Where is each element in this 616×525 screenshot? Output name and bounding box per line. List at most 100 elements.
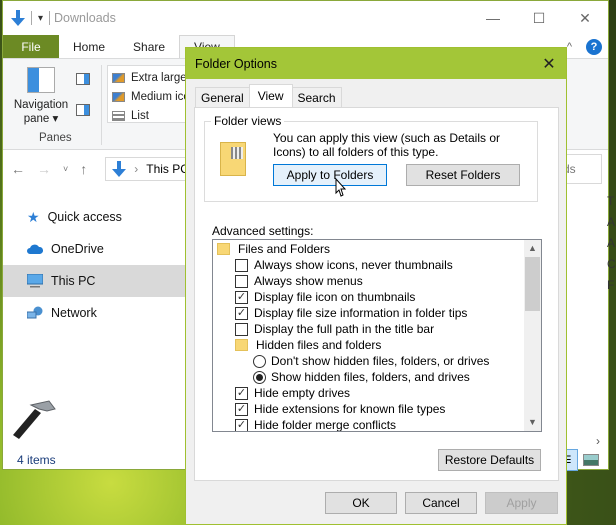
up-icon[interactable]: ↑ xyxy=(80,161,87,177)
setting-label: Don't show hidden files, folders, or dri… xyxy=(271,354,490,368)
ok-button[interactable]: OK xyxy=(325,492,397,514)
dialog-close-button[interactable]: ✕ xyxy=(532,54,566,74)
navigation-pane-button[interactable]: Navigation pane ▾ xyxy=(11,67,71,125)
title-bar: ▾ Downloads — ☐ ✕ xyxy=(3,1,608,35)
checkbox[interactable] xyxy=(235,258,248,272)
tab-view-active[interactable]: View xyxy=(248,84,293,107)
advanced-settings-scrollbar[interactable]: ▲ ▼ xyxy=(524,240,541,431)
checkbox[interactable]: ✓ xyxy=(235,306,248,320)
breadcrumb-this-pc[interactable]: This PC xyxy=(146,162,189,176)
tab-share[interactable]: Share xyxy=(119,35,179,58)
folder-icon xyxy=(235,339,248,351)
horizontal-scroll-right-icon[interactable]: › xyxy=(596,434,600,448)
scroll-up-icon[interactable]: ▲ xyxy=(524,240,541,257)
setting-checkbox-item[interactable]: ✓ Hide folder merge conflicts xyxy=(213,417,541,432)
nav-item-network[interactable]: Network xyxy=(3,297,185,329)
setting-label: Display the full path in the title bar xyxy=(254,322,435,336)
settings-group: Files and Folders xyxy=(213,241,541,257)
quick-access-toolbar-dropdown[interactable]: ▾ xyxy=(38,13,43,24)
folder-options-dialog: Folder Options ✕ General View Search Fol… xyxy=(185,47,567,525)
dialog-tabs: General View Search xyxy=(195,84,342,107)
setting-label: Hidden files and folders xyxy=(256,338,382,352)
scroll-thumb[interactable] xyxy=(525,257,540,311)
mouse-cursor-icon xyxy=(335,178,346,197)
star-icon: ★ xyxy=(27,208,40,225)
network-icon xyxy=(27,306,43,319)
list-icon xyxy=(112,110,125,121)
navigation-pane: ★ Quick access OneDrive This PC Network xyxy=(3,201,185,329)
tab-file[interactable]: File xyxy=(3,35,59,58)
advanced-settings-label: Advanced settings: xyxy=(212,224,314,238)
restore-defaults-button[interactable]: Restore Defaults xyxy=(438,449,541,471)
recent-locations-icon[interactable]: ˅ xyxy=(63,164,68,174)
back-icon[interactable]: ← xyxy=(11,161,25,177)
setting-checkbox-item[interactable]: ✓ Display file icon on thumbnails xyxy=(213,289,541,305)
advanced-settings-tree[interactable]: Files and Folders Always show icons, neve… xyxy=(212,239,542,432)
setting-radio-item[interactable]: Don't show hidden files, folders, or dri… xyxy=(213,353,541,369)
tab-home[interactable]: Home xyxy=(59,35,119,58)
setting-label: Display file size information in folder … xyxy=(254,306,468,320)
checkbox[interactable]: ✓ xyxy=(235,418,248,431)
navigation-pane-label: Navigation pane ▾ xyxy=(13,99,69,125)
setting-label: Hide empty drives xyxy=(254,386,351,400)
tab-search[interactable]: Search xyxy=(291,87,342,107)
setting-label: Hide extensions for known file types xyxy=(254,402,446,416)
large-icons-view-button[interactable] xyxy=(580,449,602,471)
preview-pane-button[interactable] xyxy=(76,73,90,85)
breadcrumb-separator: › xyxy=(134,162,139,176)
ribbon-collapse-icon[interactable]: ^ xyxy=(567,41,572,53)
checkbox[interactable]: ✓ xyxy=(235,290,248,304)
view-tab-panel: Folder views You can apply this view (su… xyxy=(194,107,559,481)
folder-icon xyxy=(217,243,230,255)
setting-label: Hide folder merge conflicts xyxy=(254,418,397,432)
minimize-button[interactable]: — xyxy=(470,1,516,35)
setting-label: Always show icons, never thumbnails xyxy=(254,258,453,272)
checkbox[interactable]: ✓ xyxy=(235,386,248,400)
radio-button[interactable] xyxy=(253,354,266,368)
setting-label: Display file icon on thumbnails xyxy=(254,290,416,304)
hammer-watermark-icon xyxy=(13,400,56,439)
panes-group-label: Panes xyxy=(39,132,72,144)
dialog-title-bar: Folder Options ✕ xyxy=(186,48,566,79)
nav-item-quick-access[interactable]: ★ Quick access xyxy=(3,201,185,233)
setting-label: Show hidden files, folders, and drives xyxy=(271,370,470,384)
ribbon-divider xyxy=(101,65,102,145)
checkbox[interactable]: ✓ xyxy=(235,402,248,416)
nav-item-this-pc[interactable]: This PC xyxy=(3,265,185,297)
settings-group: Hidden files and folders xyxy=(213,337,541,353)
forward-icon[interactable]: → xyxy=(37,161,51,177)
setting-checkbox-item[interactable]: Always show icons, never thumbnails xyxy=(213,257,541,273)
folder-views-icon xyxy=(220,142,246,176)
navigation-pane-icon xyxy=(27,67,55,93)
maximize-button[interactable]: ☐ xyxy=(516,1,562,35)
status-item-count: 4 items xyxy=(17,453,56,467)
setting-checkbox-item[interactable]: Display the full path in the title bar xyxy=(213,321,541,337)
setting-radio-item[interactable]: Show hidden files, folders, and drives xyxy=(213,369,541,385)
checkbox[interactable] xyxy=(235,322,248,336)
reset-folders-button[interactable]: Reset Folders xyxy=(406,164,520,186)
apply-button[interactable]: Apply xyxy=(485,492,558,514)
tab-general[interactable]: General xyxy=(195,87,250,107)
folder-views-description: You can apply this view (such as Details… xyxy=(273,131,501,159)
apply-to-folders-button[interactable]: Apply to Folders xyxy=(273,164,387,186)
medium-icons-icon xyxy=(112,91,125,102)
close-button[interactable]: ✕ xyxy=(562,1,608,35)
large-icons-view-icon xyxy=(583,454,599,466)
nav-item-onedrive[interactable]: OneDrive xyxy=(3,233,185,265)
setting-checkbox-item[interactable]: ✓ Hide extensions for known file types xyxy=(213,401,541,417)
cancel-button[interactable]: Cancel xyxy=(405,492,477,514)
setting-checkbox-item[interactable]: Always show menus xyxy=(213,273,541,289)
folder-views-group: Folder views You can apply this view (su… xyxy=(204,114,538,202)
radio-button[interactable] xyxy=(253,370,266,384)
cloud-icon xyxy=(27,244,43,254)
checkbox[interactable] xyxy=(235,274,248,288)
file-list-column-fragments: T A A C F xyxy=(607,194,616,292)
setting-checkbox-item[interactable]: ✓ Display file size information in folder… xyxy=(213,305,541,321)
scroll-down-icon[interactable]: ▼ xyxy=(524,414,541,431)
setting-label: Always show menus xyxy=(254,274,363,288)
details-pane-button[interactable] xyxy=(76,104,90,116)
downloads-arrow-icon xyxy=(11,10,25,26)
extra-large-icons-icon xyxy=(112,72,125,83)
help-icon[interactable]: ? xyxy=(586,38,602,55)
setting-checkbox-item[interactable]: ✓ Hide empty drives xyxy=(213,385,541,401)
